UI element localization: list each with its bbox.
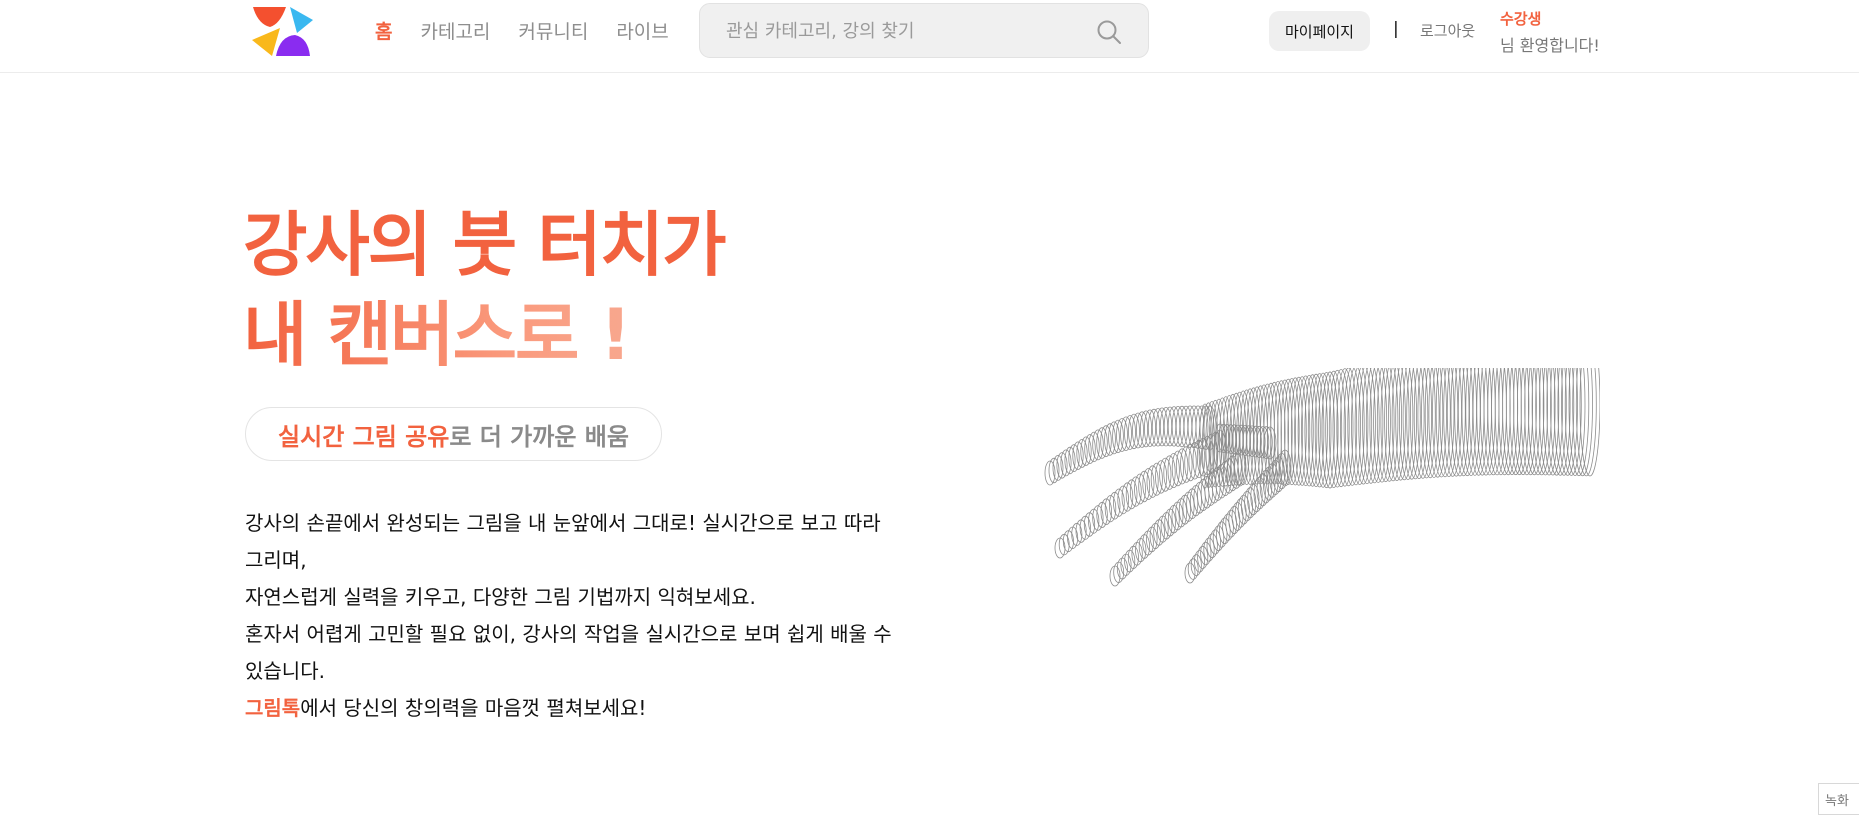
nav-category[interactable]: 카테고리 xyxy=(420,17,490,44)
header-divider: | xyxy=(1393,19,1399,39)
top-header: 홈 카테고리 커뮤니티 라이브 마이페이지 | 로그아웃 수강생 님 환영합니다… xyxy=(0,0,1859,73)
desc-line-4: 혼자서 어렵게 고민할 필요 없이, 강사의 작업을 실시간으로 보며 쉽게 배… xyxy=(245,622,892,646)
logout-link[interactable]: 로그아웃 xyxy=(1420,20,1475,41)
mypage-button[interactable]: 마이페이지 xyxy=(1269,11,1370,51)
logo-icon[interactable] xyxy=(250,4,314,56)
hero-description: 강사의 손끝에서 완성되는 그림을 내 눈앞에서 그대로! 실시간으로 보고 따… xyxy=(245,505,945,727)
search-input[interactable] xyxy=(726,16,1086,46)
brand-name: 그림톡 xyxy=(245,696,301,720)
hero-title: 강사의 붓 터치가 내 캔버스로 ! xyxy=(243,200,727,380)
main-nav: 홈 카테고리 커뮤니티 라이브 xyxy=(375,17,669,44)
welcome-text: 님 환영합니다! xyxy=(1500,36,1600,55)
wireframe-hand-illustration xyxy=(1044,368,1600,587)
desc-line-5: 있습니다. xyxy=(245,659,325,683)
desc-line-2: 그리며, xyxy=(245,548,307,572)
search-bar xyxy=(699,3,1149,58)
user-name: 수강생 xyxy=(1500,10,1542,28)
desc-line-6: 그림톡에서 당신의 창의력을 마음껏 펼쳐보세요! xyxy=(245,690,945,727)
desc-line-3: 자연스럽게 실력을 키우고, 다양한 그림 기법까지 익혀보세요. xyxy=(245,585,756,609)
nav-home[interactable]: 홈 xyxy=(375,17,392,44)
hero-title-line2: 내 캔버스로 ! xyxy=(243,290,725,380)
desc-line-1: 강사의 손끝에서 완성되는 그림을 내 눈앞에서 그대로! 실시간으로 보고 따… xyxy=(245,511,881,535)
hero-title-line1: 강사의 붓 터치가 xyxy=(243,204,727,286)
desc-line-6-rest: 에서 당신의 창의력을 마음껏 펼쳐보세요! xyxy=(300,696,647,720)
tagline-highlight: 실시간 그림 공유 xyxy=(278,422,450,451)
tagline-rest: 로 더 가까운 배움 xyxy=(449,422,629,451)
nav-community[interactable]: 커뮤니티 xyxy=(518,17,588,44)
hero-tagline-pill: 실시간 그림 공유 로 더 가까운 배움 xyxy=(245,407,662,461)
search-icon[interactable] xyxy=(1096,19,1122,45)
nav-live[interactable]: 라이브 xyxy=(616,17,668,44)
record-button[interactable]: 녹화 xyxy=(1818,783,1859,815)
